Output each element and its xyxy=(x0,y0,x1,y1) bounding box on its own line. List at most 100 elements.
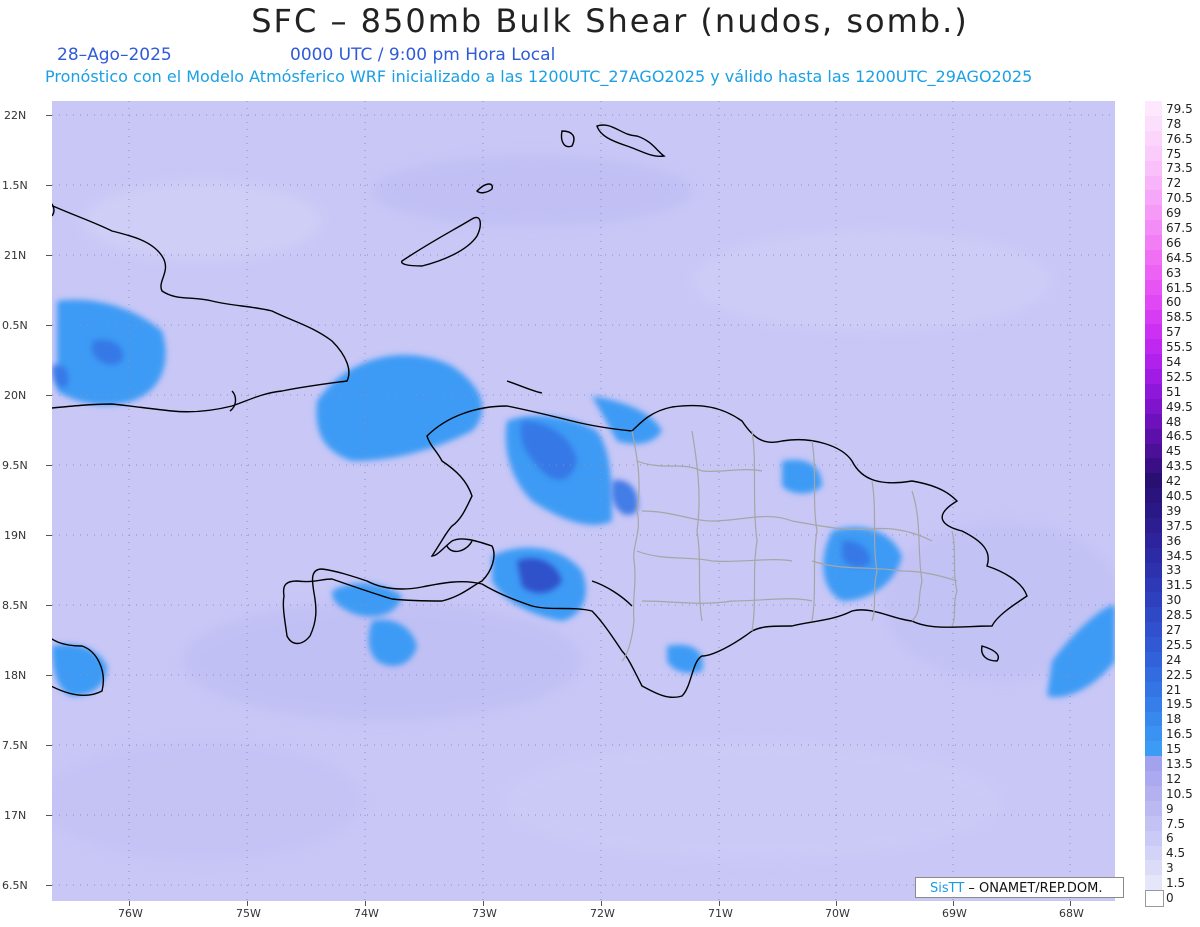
colorbar-label: 46.5 xyxy=(1166,429,1193,444)
colorbar-cell xyxy=(1145,473,1162,489)
lon-tick xyxy=(483,901,484,906)
brand-logo-text: SisTT xyxy=(930,881,965,896)
colorbar-label: 70.5 xyxy=(1166,191,1193,206)
lat-tick xyxy=(46,115,52,116)
colorbar-label: 19.5 xyxy=(1166,697,1193,712)
lat-tick xyxy=(46,395,52,396)
colorbar-cell xyxy=(1145,651,1162,667)
colorbar-cell xyxy=(1145,577,1162,593)
lon-label: 74W xyxy=(354,907,379,920)
colorbar-label: 7.5 xyxy=(1166,816,1186,831)
lat-tick xyxy=(46,815,52,816)
colorbar-label: 75 xyxy=(1166,146,1182,161)
colorbar-label: 24 xyxy=(1166,652,1182,667)
lat-tick xyxy=(46,465,52,466)
lat-tick xyxy=(46,535,52,536)
colorbar-cell xyxy=(1145,800,1162,816)
colorbar-label: 15 xyxy=(1166,742,1182,757)
colorbar-cell xyxy=(1145,592,1162,608)
colorbar-label: 30 xyxy=(1166,593,1182,608)
lon-tick xyxy=(247,901,248,906)
lon-tick xyxy=(129,901,130,906)
colorbar-cell xyxy=(1145,115,1162,131)
lon-label: 70W xyxy=(825,907,850,920)
colorbar-cell xyxy=(1145,547,1162,563)
colorbar-label: 61.5 xyxy=(1166,280,1193,295)
colorbar-label: 4.5 xyxy=(1166,846,1186,861)
lon-tick xyxy=(365,901,366,906)
colorbar-cell xyxy=(1145,830,1162,846)
colorbar-cell xyxy=(1145,369,1162,384)
colorbar-label: 73.5 xyxy=(1166,161,1193,176)
map-title: SFC – 850mb Bulk Shear (nudos, somb.) xyxy=(251,2,969,40)
colorbar-cell xyxy=(1145,249,1162,265)
colorbar-cell xyxy=(1145,101,1162,116)
colorbar-label: 54 xyxy=(1166,355,1182,369)
colorbar-label: 72 xyxy=(1166,176,1182,191)
colorbar-cell xyxy=(1145,145,1162,161)
lon-label: 69W xyxy=(942,907,967,920)
colorbar-label: 55.5 xyxy=(1166,340,1193,355)
colorbar-label: 76.5 xyxy=(1166,131,1193,146)
colorbar-cell xyxy=(1145,443,1162,459)
colorbar-label: 66 xyxy=(1166,235,1182,250)
colorbar-label: 63 xyxy=(1166,265,1182,280)
colorbar-label: 9 xyxy=(1166,801,1174,816)
colorbar-cell xyxy=(1145,488,1162,504)
colorbar-label: 57 xyxy=(1166,325,1182,340)
colorbar-cell xyxy=(1145,532,1162,548)
colorbar-cell xyxy=(1145,666,1162,682)
colorbar-cell xyxy=(1145,696,1162,712)
colorbar-label: 31.5 xyxy=(1166,578,1193,593)
lat-tick xyxy=(46,325,52,326)
colorbar-label: 40.5 xyxy=(1166,489,1193,503)
credit-box: SisTT – ONAMET/REP.DOM. xyxy=(915,877,1124,898)
lat-tick xyxy=(46,885,52,886)
lat-label: 22N xyxy=(4,109,27,122)
colorbar-cell xyxy=(1145,398,1162,414)
lat-tick xyxy=(46,675,52,676)
colorbar-label: 10.5 xyxy=(1166,786,1193,801)
colorbar-cell xyxy=(1145,205,1162,221)
colorbar-label: 27 xyxy=(1166,623,1182,637)
colorbar-cell xyxy=(1145,383,1162,399)
lat-tick xyxy=(46,255,52,256)
colorbar-label: 16.5 xyxy=(1166,727,1193,742)
lat-tick xyxy=(46,185,52,186)
lat-tick xyxy=(46,745,52,746)
colorbar-cell xyxy=(1145,503,1162,518)
colorbar-label: 33 xyxy=(1166,563,1182,578)
lon-tick xyxy=(1070,901,1071,906)
colorbar-cell xyxy=(1145,458,1162,474)
colorbar-cell xyxy=(1145,279,1162,295)
colorbar-label: 34.5 xyxy=(1166,548,1193,563)
colorbar-cell xyxy=(1145,637,1162,652)
colorbar-label: 45 xyxy=(1166,444,1182,459)
colorbar-label: 78 xyxy=(1166,116,1182,131)
lat-label: 18N xyxy=(4,669,27,682)
colorbar-label: 52.5 xyxy=(1166,369,1193,384)
colorbar-cell xyxy=(1145,562,1162,578)
colorbar-cell xyxy=(1145,175,1162,191)
map-layer xyxy=(52,101,1115,901)
colorbar-cell xyxy=(1145,294,1162,310)
colorbar-cell xyxy=(1145,235,1162,250)
colorbar-label: 64.5 xyxy=(1166,250,1193,265)
colorbar-cell xyxy=(1145,517,1162,533)
lon-label: 75W xyxy=(236,907,261,920)
colorbar-cell xyxy=(1145,875,1162,891)
lat-label: 21N xyxy=(4,249,27,262)
lon-label: 71W xyxy=(708,907,733,920)
colorbar-cell xyxy=(1145,771,1162,786)
colorbar xyxy=(1145,101,1164,908)
colorbar-label: 12 xyxy=(1166,771,1182,786)
colorbar-cell xyxy=(1145,726,1162,742)
colorbar-label: 60 xyxy=(1166,295,1182,310)
credit-text: – ONAMET/REP.DOM. xyxy=(964,881,1103,896)
lat-label: 19N xyxy=(4,529,27,542)
colorbar-label: 39 xyxy=(1166,503,1182,518)
colorbar-cell xyxy=(1145,741,1162,757)
lat-label: 6.5N xyxy=(2,879,28,892)
colorbar-label: 25.5 xyxy=(1166,637,1193,652)
colorbar-label: 37.5 xyxy=(1166,518,1193,533)
